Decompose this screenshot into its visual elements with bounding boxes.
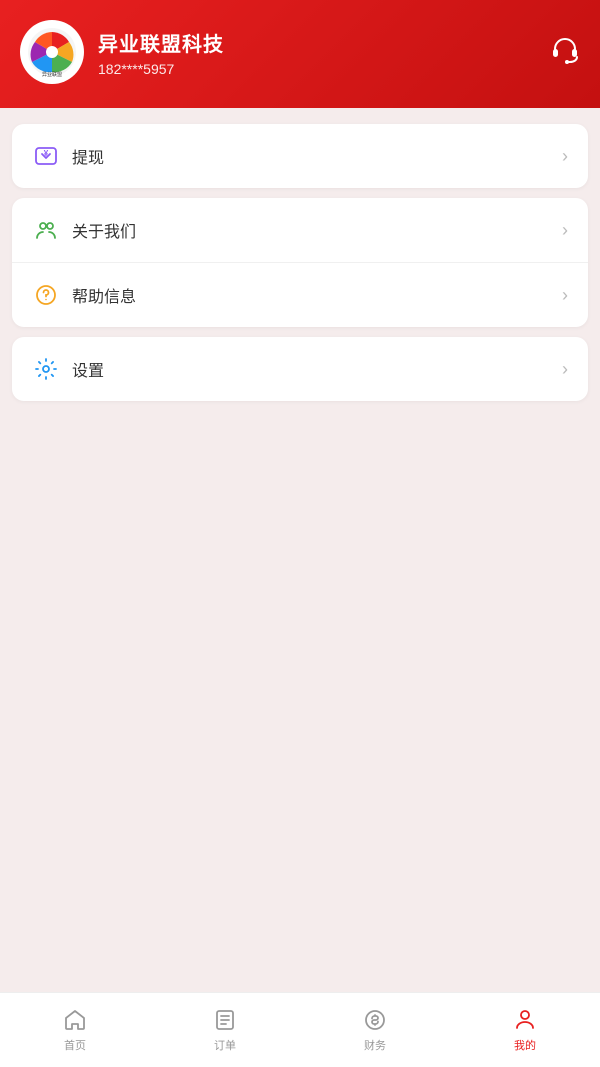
- help-label: 帮助信息: [72, 283, 562, 307]
- settings-label: 设置: [72, 357, 562, 381]
- menu-item-about[interactable]: 关于我们 ›: [12, 198, 588, 262]
- home-icon: [62, 1007, 88, 1033]
- nav-item-home[interactable]: 首页: [0, 999, 150, 1053]
- header: 异业联盟 异业联盟科技 182****5957: [0, 0, 600, 108]
- nav-item-finance[interactable]: 财务: [300, 999, 450, 1053]
- help-arrow: ›: [562, 285, 568, 306]
- support-button[interactable]: [550, 35, 580, 70]
- home-nav-label: 首页: [64, 1037, 86, 1053]
- menu-item-settings[interactable]: 设置 ›: [12, 337, 588, 401]
- menu-item-help[interactable]: 帮助信息 ›: [12, 262, 588, 327]
- about-arrow: ›: [562, 220, 568, 241]
- avatar: 异业联盟: [20, 20, 84, 84]
- about-icon: [32, 216, 60, 244]
- withdraw-label: 提现: [72, 144, 562, 168]
- menu-card-group3: 设置 ›: [12, 337, 588, 401]
- nav-item-orders[interactable]: 订单: [150, 999, 300, 1053]
- orders-nav-label: 订单: [214, 1037, 236, 1053]
- phone-number: 182****5957: [98, 61, 224, 77]
- settings-icon: [32, 355, 60, 383]
- settings-arrow: ›: [562, 359, 568, 380]
- svg-text:¥: ¥: [44, 149, 49, 158]
- bottom-nav: 首页 订单 财务 我的: [0, 992, 600, 1067]
- svg-text:异业联盟: 异业联盟: [42, 71, 62, 78]
- menu-item-withdraw[interactable]: ¥ 提现 ›: [12, 124, 588, 188]
- nav-item-mine[interactable]: 我的: [450, 999, 600, 1053]
- menu-card-group2: 关于我们 › 帮助信息 ›: [12, 198, 588, 327]
- withdraw-icon: ¥: [32, 142, 60, 170]
- menu-card-group1: ¥ 提现 ›: [12, 124, 588, 188]
- headset-icon: [550, 35, 580, 70]
- withdraw-arrow: ›: [562, 146, 568, 167]
- help-icon: [32, 281, 60, 309]
- finance-nav-label: 财务: [364, 1037, 386, 1053]
- mine-icon: [512, 1007, 538, 1033]
- app-name: 异业联盟科技: [98, 28, 224, 57]
- about-label: 关于我们: [72, 218, 562, 242]
- header-left: 异业联盟 异业联盟科技 182****5957: [20, 20, 224, 84]
- mine-nav-label: 我的: [514, 1037, 536, 1053]
- header-info: 异业联盟科技 182****5957: [98, 28, 224, 77]
- content-area: ¥ 提现 › 关于我们 ›: [0, 108, 600, 992]
- finance-icon: [362, 1007, 388, 1033]
- orders-icon: [212, 1007, 238, 1033]
